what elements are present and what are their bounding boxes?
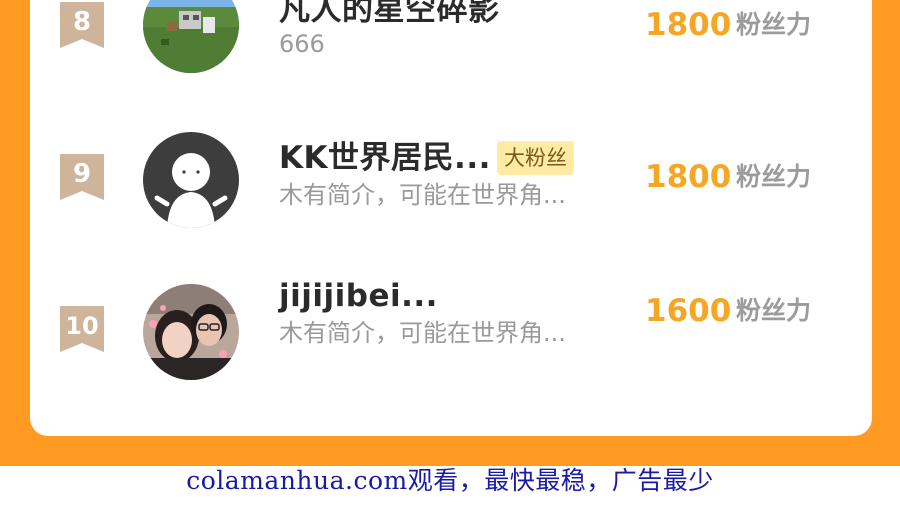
rank-badge: 10 (60, 306, 104, 352)
leaderboard-row[interactable]: 8 凡人的星空碎影 666 1800 粉丝力 (30, 0, 872, 80)
fan-power-value: 1800 (645, 7, 732, 43)
rank-badge: 9 (60, 154, 104, 200)
fan-power-value: 1800 (645, 159, 732, 195)
leaderboard-row[interactable]: 9 KK世界居民... 大粉丝 木有简介，可能在世界角... 1800 粉丝力 (30, 132, 872, 232)
user-description: 木有简介，可能在世界角... (279, 319, 566, 347)
rank-badge: 8 (60, 2, 104, 48)
fan-power-unit: 粉丝力 (736, 162, 812, 191)
avatar[interactable] (143, 0, 239, 73)
avatar[interactable] (143, 284, 239, 380)
rank-number: 10 (65, 312, 99, 340)
fan-power-unit: 粉丝力 (736, 10, 812, 39)
fan-power-unit: 粉丝力 (736, 296, 812, 325)
user-name: 凡人的星空碎影 (279, 0, 500, 28)
leaderboard-row[interactable]: 10 jijijibei... 木有简介，可能在世界角... 1600 粉丝力 (30, 278, 872, 384)
user-name: KK世界居民... (279, 140, 491, 176)
user-description: 木有简介，可能在世界角... (279, 181, 566, 209)
watermark-banner: colamanhua.com观看，最快最稳，广告最少 (0, 466, 900, 531)
fan-leaderboard-card: 8 凡人的星空碎影 666 1800 粉丝力 9 KK世界居民... 大粉丝 木… (30, 0, 872, 436)
user-description: 666 (279, 30, 325, 58)
watermark-text: colamanhua.com观看，最快最稳，广告最少 (186, 466, 714, 495)
big-fan-badge: 大粉丝 (497, 141, 574, 175)
rank-number: 9 (72, 159, 92, 189)
fan-power-value: 1600 (645, 293, 732, 329)
user-name: jijijibei... (279, 278, 438, 314)
rank-number: 8 (72, 7, 92, 37)
avatar[interactable] (143, 132, 239, 228)
